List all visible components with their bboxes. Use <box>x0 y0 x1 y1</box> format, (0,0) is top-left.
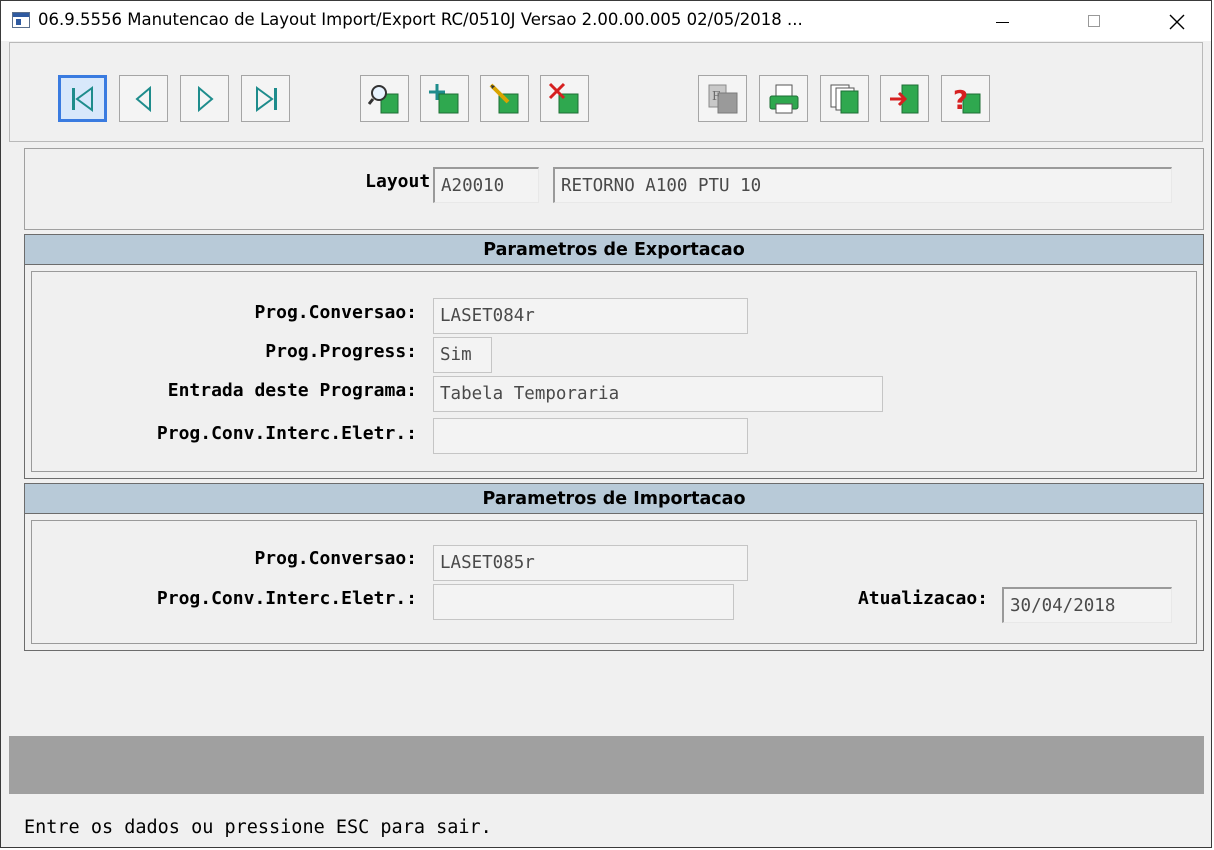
import-prog-conversao-label: Prog.Conversao: <box>254 548 417 569</box>
exit-icon <box>889 84 918 113</box>
layout-panel: Layout: A20010 RETORNO A100 PTU 10 <box>24 148 1204 230</box>
help-icon: ? <box>953 86 980 116</box>
first-record-button[interactable] <box>58 75 107 122</box>
copy-button[interactable] <box>820 75 869 122</box>
entrada-programa-label: Entrada deste Programa: <box>167 380 417 401</box>
previous-record-button[interactable] <box>119 75 168 122</box>
import-prog-conv-interc-label: Prog.Conv.Interc.Eletr.: <box>156 588 417 609</box>
title-bar[interactable]: 06.9.5556 Manutencao de Layout Import/Ex… <box>1 1 1211 41</box>
report-button[interactable]: F <box>698 75 747 122</box>
edit-icon <box>489 83 518 113</box>
svg-text:?: ? <box>953 86 968 116</box>
add-button[interactable] <box>420 75 469 122</box>
close-button[interactable] <box>1153 1 1199 41</box>
window-title: 06.9.5556 Manutencao de Layout Import/Ex… <box>38 10 803 29</box>
next-icon <box>197 85 214 112</box>
toolbar: F ? <box>9 42 1203 142</box>
main-window: 06.9.5556 Manutencao de Layout Import/Ex… <box>0 0 1212 848</box>
search-icon <box>367 84 398 113</box>
export-prog-progress-field[interactable]: Sim <box>433 337 492 373</box>
import-section: Parametros de Importacao Prog.Conversao:… <box>24 483 1204 651</box>
export-prog-progress-label: Prog.Progress: <box>265 341 417 362</box>
delete-button[interactable] <box>540 75 589 122</box>
edit-button[interactable] <box>480 75 529 122</box>
last-record-button[interactable] <box>241 75 290 122</box>
layout-label: Layout: <box>365 171 441 192</box>
import-section-frame <box>31 520 1197 644</box>
layout-code-field[interactable]: A20010 <box>433 167 539 203</box>
export-prog-conversao-field[interactable]: LASET084r <box>433 298 748 334</box>
separator-bar <box>9 736 1204 794</box>
export-prog-conv-interc-field[interactable] <box>433 418 748 454</box>
print-button[interactable] <box>759 75 808 122</box>
search-button[interactable] <box>360 75 409 122</box>
layout-description-field[interactable]: RETORNO A100 PTU 10 <box>553 167 1172 203</box>
close-icon <box>1169 14 1185 30</box>
entrada-programa-field[interactable]: Tabela Temporaria <box>433 376 883 412</box>
export-section-header: Parametros de Exportacao <box>25 235 1203 265</box>
svg-text:F: F <box>712 89 720 103</box>
last-icon <box>255 85 277 112</box>
import-section-header: Parametros de Importacao <box>25 484 1203 514</box>
print-icon <box>769 84 798 113</box>
import-prog-conversao-field[interactable]: LASET085r <box>433 545 748 581</box>
report-icon: F <box>708 84 737 113</box>
export-prog-conv-interc-label: Prog.Conv.Interc.Eletr.: <box>156 423 417 444</box>
export-section: Parametros de Exportacao Prog.Conversao:… <box>24 234 1204 479</box>
add-icon <box>428 83 458 113</box>
exit-button[interactable] <box>880 75 929 122</box>
previous-icon <box>134 85 151 112</box>
help-button[interactable]: ? <box>941 75 990 122</box>
atualizacao-label: Atualizacao: <box>857 588 988 609</box>
status-message: Entre os dados ou pressione ESC para sai… <box>24 817 492 838</box>
copy-icon <box>830 84 858 113</box>
import-prog-conv-interc-field[interactable] <box>433 584 734 620</box>
first-icon <box>71 85 93 112</box>
maximize-button[interactable] <box>1071 1 1117 41</box>
export-prog-conversao-label: Prog.Conversao: <box>254 302 417 323</box>
next-record-button[interactable] <box>180 75 229 122</box>
delete-icon <box>548 82 578 113</box>
app-icon[interactable] <box>12 12 30 28</box>
minimize-button[interactable] <box>979 1 1025 41</box>
atualizacao-field[interactable]: 30/04/2018 <box>1002 587 1172 623</box>
